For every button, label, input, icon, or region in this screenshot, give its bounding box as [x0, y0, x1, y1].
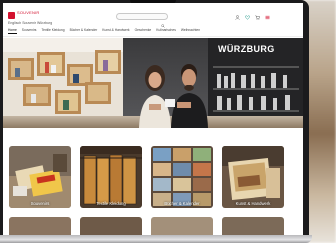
search-icon[interactable] — [161, 15, 165, 28]
nav-item-textile[interactable]: Textile Kleidung — [41, 28, 64, 33]
category-card-buecher[interactable]: Bücher & Kalender — [151, 146, 213, 208]
card-image — [222, 146, 284, 208]
category-card-textile[interactable]: Textile Kleidung — [80, 146, 142, 208]
site-tagline: Englisch Souvenir Würzburg — [8, 21, 53, 25]
card-label: Textile Kleidung — [96, 201, 126, 206]
menu-icon[interactable] — [265, 15, 270, 20]
category-card-row2[interactable] — [9, 217, 71, 235]
browser-viewport: SOUVENIR Englisch Souvenir Würzburg Home… — [3, 3, 303, 235]
nav-item-kunst[interactable]: Kunst & Handwerk — [102, 28, 129, 33]
category-section: Souvenirs Textile Kleidung Bücher & Kale… — [3, 128, 303, 235]
cart-icon[interactable] — [255, 15, 260, 20]
card-label: Bücher & Kalender — [164, 201, 200, 206]
hero-banner[interactable]: WÜRZBURG — [3, 38, 303, 128]
search-input[interactable] — [116, 13, 168, 28]
nav-item-weihnachten[interactable]: Weihnachten — [181, 28, 200, 33]
card-image — [80, 146, 142, 208]
user-icon[interactable] — [235, 14, 240, 20]
logo-text[interactable]: SOUVENIR — [17, 11, 40, 15]
header-actions — [235, 13, 270, 21]
category-card-row2[interactable] — [222, 217, 284, 235]
hero-sign-text: WÜRZBURG — [218, 44, 275, 54]
nav-item-kulinarisches[interactable]: Kulinarisches — [156, 28, 176, 33]
card-image — [9, 146, 71, 208]
card-label: Souvenirs — [30, 201, 50, 206]
heart-icon[interactable] — [245, 14, 250, 20]
category-card-souvenirs[interactable]: Souvenirs — [9, 146, 71, 208]
logo-mark[interactable] — [8, 12, 15, 19]
nav-item-home[interactable]: Home — [8, 28, 17, 34]
laptop-bezel: SOUVENIR Englisch Souvenir Würzburg Home… — [0, 0, 309, 235]
category-card-row2[interactable] — [80, 217, 142, 235]
laptop-base — [0, 235, 312, 243]
nav-item-buecher[interactable]: Bücher & Kalender — [70, 28, 98, 33]
category-card-kunst[interactable]: Kunst & Handwerk — [222, 146, 284, 208]
main-nav: Home Souvenirs Textile Kleidung Bücher &… — [8, 27, 200, 34]
nav-item-souvenirs[interactable]: Souvenirs — [22, 28, 37, 33]
nav-item-geschenke[interactable]: Geschenke — [135, 28, 152, 33]
category-card-row2[interactable] — [151, 217, 213, 235]
card-label: Kunst & Handwerk — [235, 201, 271, 206]
card-image — [151, 146, 213, 208]
site-header: SOUVENIR Englisch Souvenir Würzburg Home… — [3, 3, 303, 37]
